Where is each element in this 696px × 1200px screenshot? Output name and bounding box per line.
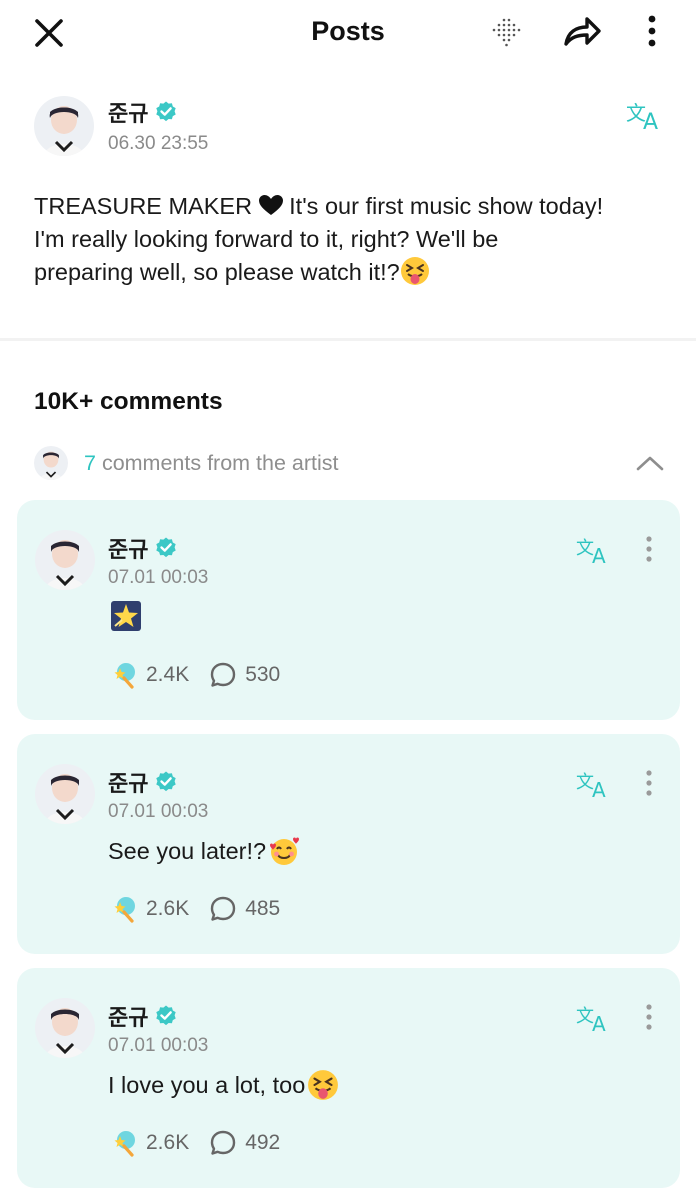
avatar[interactable]	[34, 96, 94, 156]
svg-text:A: A	[592, 778, 606, 802]
comment-text	[108, 600, 142, 632]
comments-count: 10K+ comments	[34, 388, 223, 415]
comment-text: I love you a lot, too	[108, 1068, 339, 1102]
artist-comment-card[interactable]: 준규 07.01 00:03 文 A 2.4K 530	[17, 500, 680, 720]
svg-text:A: A	[592, 544, 606, 568]
like-lightstick-icon[interactable]	[108, 894, 138, 924]
verified-badge-icon	[156, 771, 177, 792]
verified-badge-icon	[156, 1005, 177, 1026]
svg-text:A: A	[592, 1012, 606, 1036]
author-row: 준규	[108, 532, 178, 564]
tongue-face-emoji-icon	[308, 1070, 339, 1100]
comment-stats: 2.6K 485	[108, 894, 280, 924]
like-count: 2.4K	[146, 663, 190, 686]
translate-icon[interactable]: 文A	[575, 1002, 613, 1036]
more-vertical-icon[interactable]	[641, 1002, 657, 1036]
comment-bubble-icon[interactable]	[209, 1129, 237, 1157]
verified-badge-icon	[156, 537, 177, 558]
smiling-face-hearts-emoji-icon	[270, 837, 300, 865]
avatar[interactable]	[35, 998, 95, 1058]
avatar	[34, 446, 68, 480]
comment-stats: 2.4K 530	[108, 660, 280, 690]
translate-icon[interactable]: 文 A	[624, 98, 666, 134]
verified-badge-icon	[156, 101, 177, 122]
reply-count: 492	[245, 1131, 281, 1154]
reply-count: 485	[245, 897, 281, 920]
like-count: 2.6K	[146, 897, 190, 920]
comment-bubble-icon[interactable]	[209, 895, 237, 923]
more-vertical-icon[interactable]	[641, 534, 657, 568]
like-lightstick-icon[interactable]	[108, 1128, 138, 1158]
author-row: 준규	[108, 96, 178, 128]
comment-timestamp: 07.01 00:03	[108, 1035, 209, 1056]
top-bar: Posts	[0, 0, 696, 66]
heart-icon	[258, 195, 283, 215]
svg-text:A: A	[643, 110, 658, 134]
avatar[interactable]	[35, 530, 95, 590]
like-lightstick-icon[interactable]	[108, 660, 138, 690]
glowing-star-emoji-icon	[111, 601, 141, 631]
translate-icon[interactable]: 文A	[575, 768, 613, 802]
author-name[interactable]: 준규	[108, 532, 148, 564]
post-text: TREASURE MAKER It's our first music show…	[34, 193, 604, 285]
comment-stats: 2.6K 492	[108, 1128, 280, 1158]
like-count: 2.6K	[146, 1131, 190, 1154]
more-vertical-icon[interactable]	[642, 12, 662, 52]
section-divider	[0, 338, 696, 341]
author-row: 준규	[108, 766, 178, 798]
comment-text: See you later!?	[108, 834, 300, 868]
author-row: 준규	[108, 1000, 178, 1032]
author-name[interactable]: 준규	[108, 766, 148, 798]
artist-comments-label: 7 comments from the artist	[84, 451, 339, 475]
dot-grid-icon[interactable]	[490, 16, 526, 50]
comment-timestamp: 07.01 00:03	[108, 567, 209, 588]
chevron-up-icon[interactable]	[634, 450, 666, 476]
tongue-face-emoji-icon	[400, 257, 429, 285]
author-name[interactable]: 준규	[108, 96, 148, 128]
comment-timestamp: 07.01 00:03	[108, 801, 209, 822]
artist-comment-card[interactable]: 준규 07.01 00:03 文 A I love you a lot, too 2.6K…	[17, 968, 680, 1188]
translate-icon[interactable]: 文A	[575, 534, 613, 568]
avatar[interactable]	[35, 764, 95, 824]
reply-count: 530	[245, 663, 281, 686]
author-name[interactable]: 준규	[108, 1000, 148, 1032]
comment-bubble-icon[interactable]	[209, 661, 237, 689]
artist-comment-card[interactable]: 준규 07.01 00:03 文 A See you later!? 2.6K 485	[17, 734, 680, 954]
post-timestamp: 06.30 23:55	[108, 133, 209, 154]
more-vertical-icon[interactable]	[641, 768, 657, 802]
artist-comments-toggle[interactable]: 7 comments from the artist	[34, 444, 670, 482]
share-icon[interactable]	[560, 12, 604, 52]
